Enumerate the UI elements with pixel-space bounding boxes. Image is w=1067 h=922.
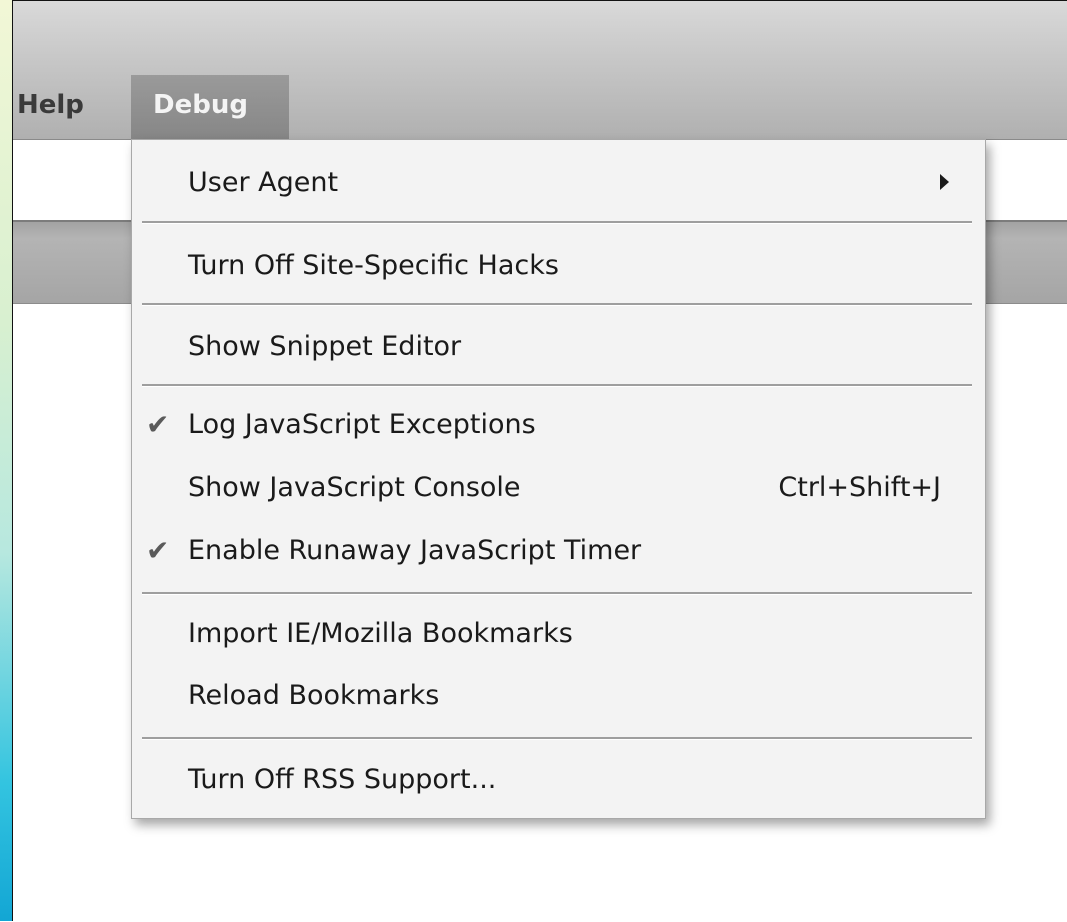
menu-item-label: Enable Runaway JavaScript Timer xyxy=(188,535,642,566)
menu-item-show-javascript-console[interactable]: Show JavaScript Console Ctrl+Shift+J xyxy=(132,458,985,518)
menu-item-enable-runaway-javascript-timer[interactable]: ✔ Enable Runaway JavaScript Timer xyxy=(132,521,985,581)
menu-item-label: Show JavaScript Console xyxy=(188,472,521,503)
menu-separator xyxy=(142,737,972,740)
checkmark-icon: ✔ xyxy=(146,408,170,441)
menu-item-show-snippet-editor[interactable]: Show Snippet Editor xyxy=(132,317,985,377)
menu-item-user-agent[interactable]: User Agent xyxy=(132,153,985,213)
menu-separator xyxy=(142,384,972,387)
menu-separator xyxy=(142,303,972,306)
menu-bar: Help Debug xyxy=(13,1,1067,140)
menu-item-reload-bookmarks[interactable]: Reload Bookmarks xyxy=(132,666,985,726)
menu-item-log-javascript-exceptions[interactable]: ✔ Log JavaScript Exceptions xyxy=(132,395,985,455)
menu-debug[interactable]: Debug xyxy=(131,75,289,140)
menu-item-import-bookmarks[interactable]: Import IE/Mozilla Bookmarks xyxy=(132,604,985,664)
submenu-arrow-icon xyxy=(940,174,949,190)
menu-separator xyxy=(142,592,972,595)
menu-help[interactable]: Help xyxy=(13,75,100,140)
menu-item-label: Import IE/Mozilla Bookmarks xyxy=(188,618,573,649)
menu-item-turn-off-rss-support[interactable]: Turn Off RSS Support... xyxy=(132,750,985,810)
checkmark-icon: ✔ xyxy=(146,534,170,567)
menu-item-label: Show Snippet Editor xyxy=(188,331,462,362)
menu-item-label: Turn Off RSS Support... xyxy=(188,764,497,795)
menu-item-label: Log JavaScript Exceptions xyxy=(188,409,536,440)
menu-item-label: Turn Off Site-Specific Hacks xyxy=(188,250,559,281)
menu-item-turn-off-site-specific-hacks[interactable]: Turn Off Site-Specific Hacks xyxy=(132,236,985,296)
menu-item-label: User Agent xyxy=(188,167,339,198)
menu-item-shortcut: Ctrl+Shift+J xyxy=(778,472,941,503)
menu-item-label: Reload Bookmarks xyxy=(188,680,440,711)
desktop-background xyxy=(0,0,12,921)
menu-separator xyxy=(142,221,972,224)
debug-dropdown-menu: User Agent Turn Off Site-Specific Hacks … xyxy=(131,139,986,819)
